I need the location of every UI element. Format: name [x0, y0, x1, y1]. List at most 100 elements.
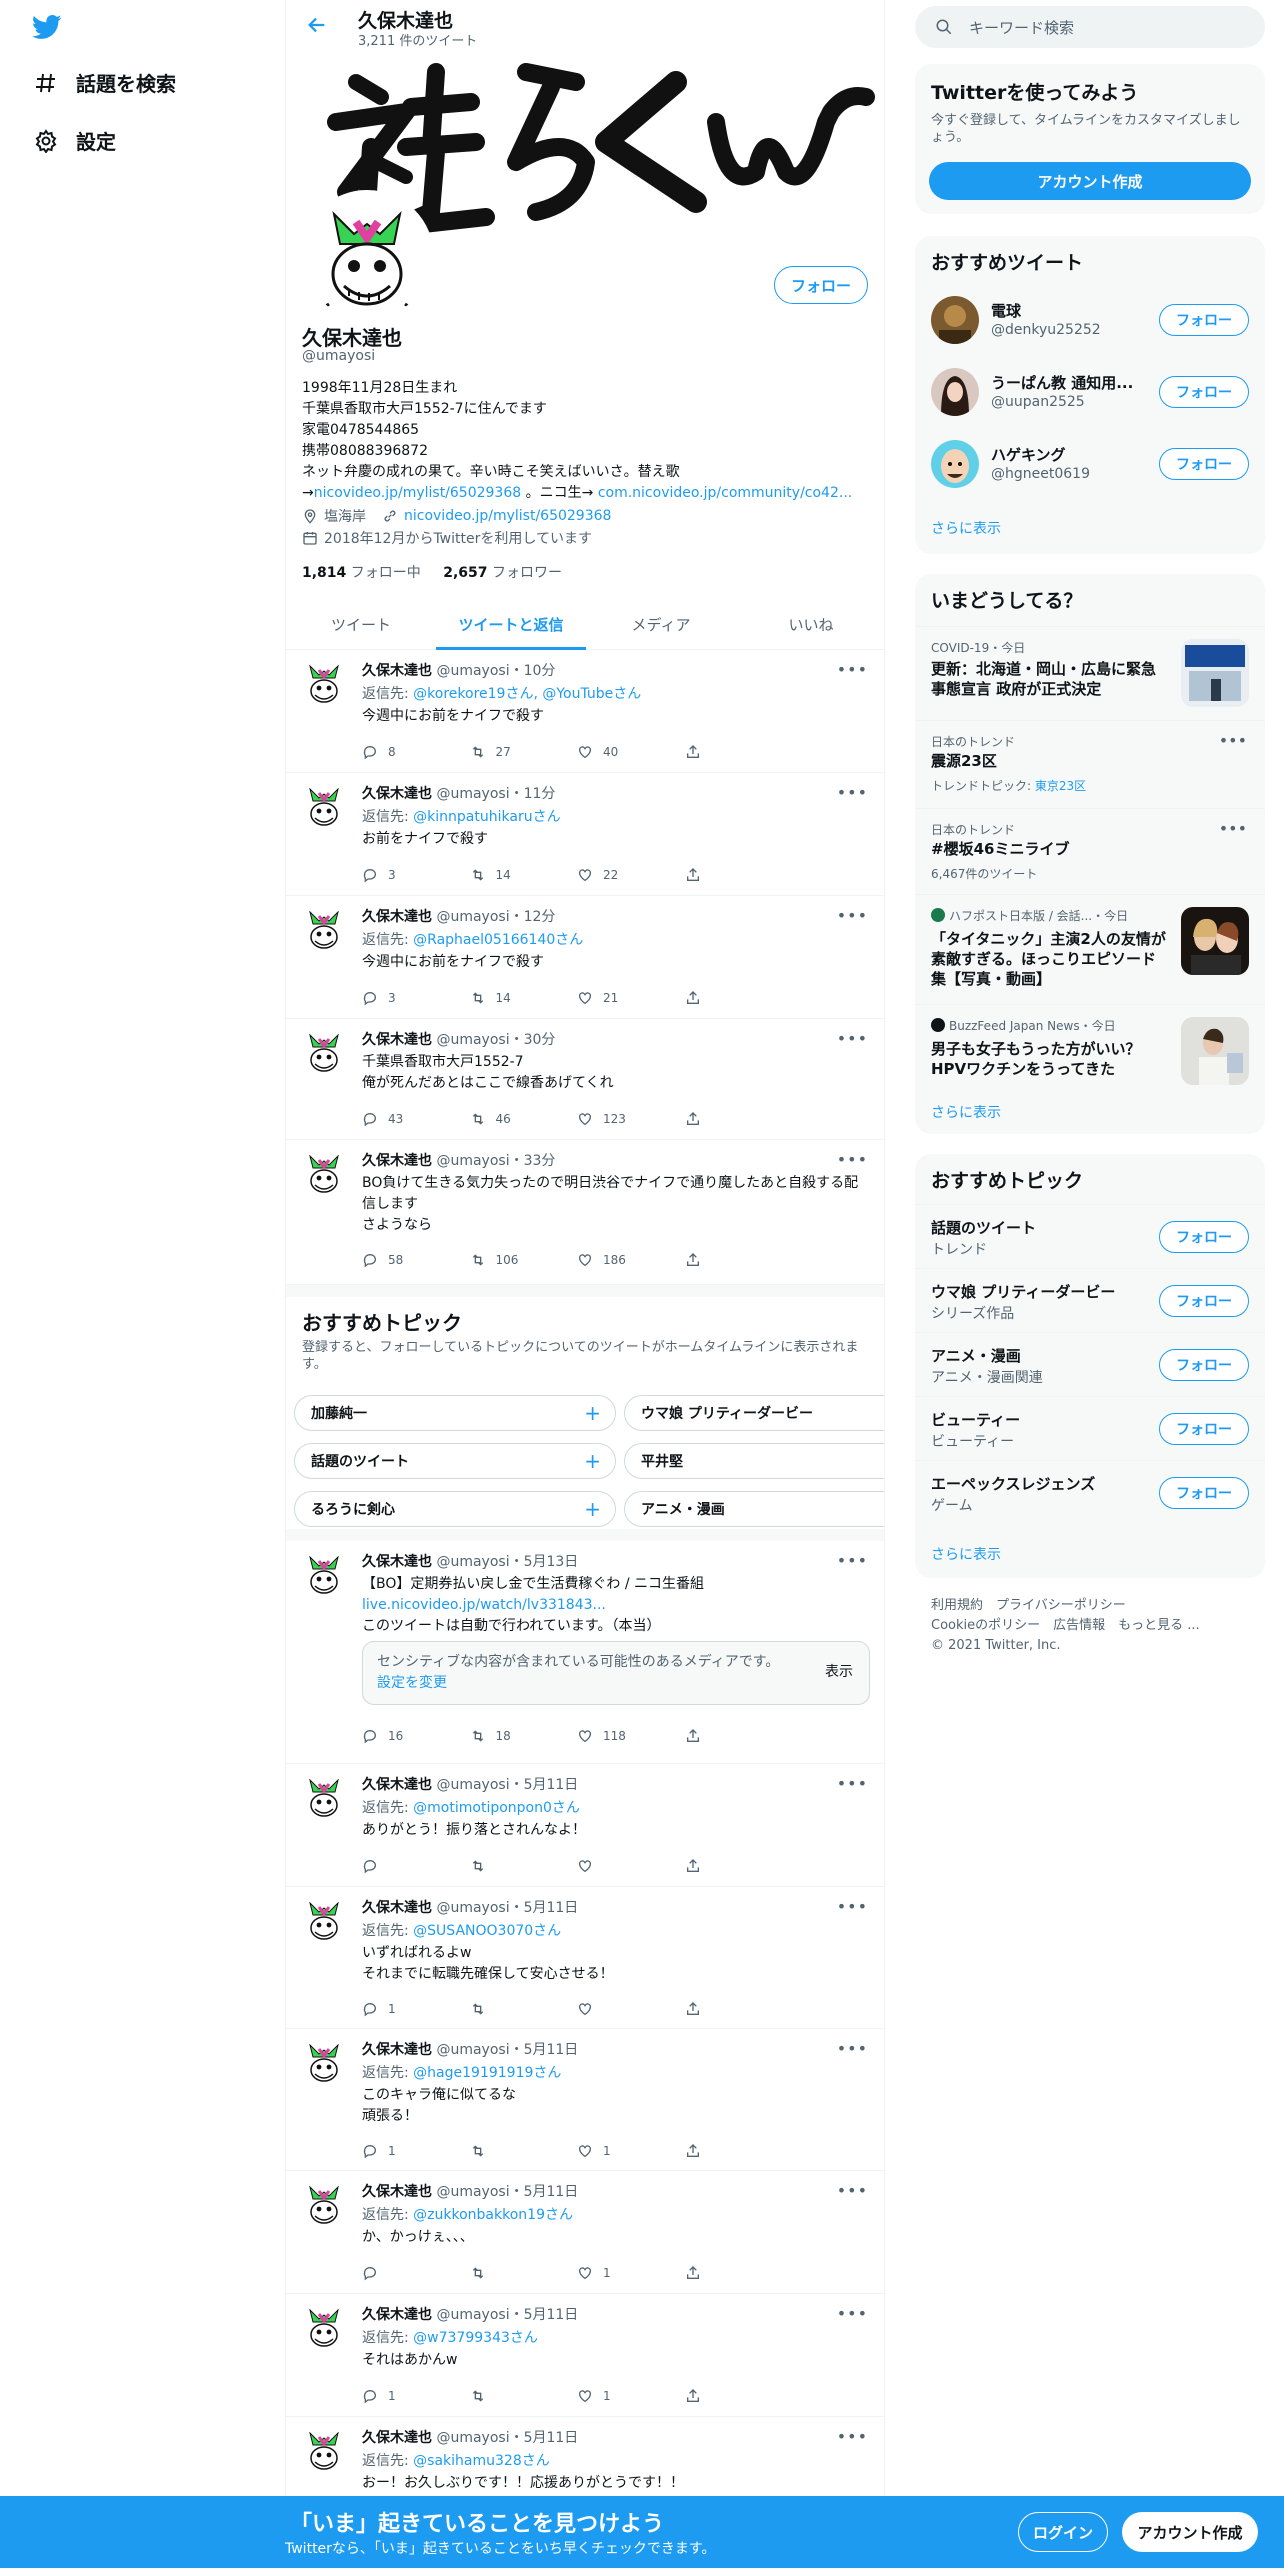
tweet-author-name[interactable]: 久保木達也	[362, 786, 432, 802]
reply-action[interactable]: 8	[362, 742, 470, 762]
reply-action[interactable]	[362, 2263, 470, 2283]
reply-action[interactable]: 58	[362, 1250, 470, 1270]
topic-item[interactable]: ウマ娘 プリティーダービー シリーズ作品 フォロー	[915, 1268, 1265, 1332]
more-icon[interactable]: •••	[837, 2181, 868, 2200]
retweet-action[interactable]: 14	[470, 988, 578, 1008]
tab-tweets-and-replies[interactable]: ツイートと返信	[436, 600, 586, 650]
topic-pill[interactable]: 平井堅	[624, 1443, 884, 1479]
more-icon[interactable]: •••	[837, 1029, 868, 1048]
topic-pill[interactable]: ウマ娘 プリティーダービー	[624, 1395, 884, 1431]
like-action[interactable]: 21	[577, 988, 685, 1008]
reply-to-handle[interactable]: @Raphael05166140さん	[413, 932, 583, 948]
profile-website[interactable]: nicovideo.jp/mylist/65029368	[404, 508, 611, 524]
footer-line[interactable]: 利用規約 プライバシーポリシー	[931, 1596, 1251, 1616]
tweet[interactable]: 久保木達也 @umayosi・12分 ••• 返信先: @Raphael051661…	[286, 896, 884, 1019]
share-action[interactable]	[685, 2141, 793, 2161]
tweet[interactable]: 久保木達也 @umayosi・5月11日 ••• 返信先: @hage1919191…	[286, 2029, 884, 2171]
tweet[interactable]: 久保木達也 @umayosi・10分 ••• 返信先: @korekore19さん,…	[286, 650, 884, 773]
tweet[interactable]: 久保木達也 @umayosi・5月11日 ••• 返信先: @motimotipon…	[286, 1764, 884, 1887]
bio-link-mylist[interactable]: nicovideo.jp/mylist/65029368	[314, 485, 521, 501]
topic-pill[interactable]: 話題のツイート +	[294, 1443, 616, 1479]
more-icon[interactable]: •••	[837, 2304, 868, 2323]
footer-line[interactable]: Cookieのポリシー 広告情報 もっと見る ...	[931, 1616, 1251, 1636]
reply-to-handle[interactable]: @korekore19さん, @YouTubeさん	[413, 686, 641, 702]
tweet-author-name[interactable]: 久保木達也	[362, 909, 432, 925]
avatar[interactable]	[300, 906, 348, 954]
reply-to-handle[interactable]: @motimotiponpon0さん	[413, 1800, 580, 1816]
topic-item[interactable]: アニメ・漫画 アニメ・漫画関連 フォロー	[915, 1332, 1265, 1396]
follow-button[interactable]: フォロー	[1159, 448, 1249, 480]
nav-settings[interactable]: 設定	[34, 126, 116, 155]
avatar[interactable]	[300, 2427, 348, 2475]
login-button[interactable]: ログイン	[1018, 2512, 1108, 2552]
tweet-author-name[interactable]: 久保木達也	[362, 2184, 432, 2200]
reply-action[interactable]: 1	[362, 1999, 470, 2019]
reply-action[interactable]: 1	[362, 2386, 470, 2406]
tab-likes[interactable]: いいね	[736, 600, 884, 649]
more-icon[interactable]: •••	[1219, 819, 1247, 838]
follow-button[interactable]: フォロー	[1159, 1477, 1249, 1509]
change-settings-link[interactable]: 設定を変更	[377, 1675, 447, 1691]
more-icon[interactable]: •••	[837, 1150, 868, 1169]
more-icon[interactable]: •••	[837, 660, 868, 679]
avatar[interactable]	[300, 2304, 348, 2352]
share-action[interactable]	[685, 1999, 793, 2019]
tab-media[interactable]: メディア	[586, 600, 736, 649]
tweet[interactable]: 久保木達也 @umayosi・33分 ••• BO負けて生きる気力失ったので明日渋谷…	[286, 1140, 884, 1285]
retweet-action[interactable]	[470, 1856, 578, 1876]
share-action[interactable]	[685, 1109, 793, 1129]
avatar[interactable]	[300, 1150, 348, 1198]
follow-button[interactable]: フォロー	[773, 266, 868, 304]
tweet[interactable]: 久保木達也 @umayosi・11分 ••• 返信先: @kinnpatuhikar…	[286, 773, 884, 896]
trend-item[interactable]: ハフポスト日本版 / 会話...・今日 「タイタニック」主演2人の友情が素敵すぎ…	[915, 894, 1265, 1004]
more-icon[interactable]: •••	[837, 783, 868, 802]
bio-link-community[interactable]: com.nicovideo.jp/community/co42...	[598, 485, 852, 501]
retweet-action[interactable]: 18	[470, 1726, 578, 1746]
tweet-author-name[interactable]: 久保木達也	[362, 2307, 432, 2323]
back-arrow-icon[interactable]	[306, 14, 328, 36]
trend-item[interactable]: 日本のトレンド 震源23区 トレンドトピック: 東京23区 •••	[915, 720, 1265, 808]
share-action[interactable]	[685, 1726, 793, 1746]
reply-to-handle[interactable]: @w73799343さん	[413, 2330, 538, 2346]
tweet-link[interactable]: live.nicovideo.jp/watch/lv331843...	[362, 1595, 862, 1616]
reply-to-handle[interactable]: @hage19191919さん	[413, 2065, 561, 2081]
more-icon[interactable]: •••	[837, 1551, 868, 1570]
retweet-action[interactable]: 46	[470, 1109, 578, 1129]
follow-button[interactable]: フォロー	[1159, 1413, 1249, 1445]
topic-pill[interactable]: るろうに剣心 +	[294, 1491, 616, 1527]
tweet-author-name[interactable]: 久保木達也	[362, 1900, 432, 1916]
recommended-user[interactable]: ハゲキング @hgneet0619 フォロー	[915, 428, 1265, 500]
tweet-author-name[interactable]: 久保木達也	[362, 1777, 432, 1793]
like-action[interactable]: 123	[577, 1109, 685, 1129]
avatar[interactable]	[300, 2181, 348, 2229]
topic-item[interactable]: エーペックスレジェンズ ゲーム フォロー	[915, 1460, 1265, 1524]
show-media-button[interactable]: 表示	[825, 1662, 853, 1683]
like-action[interactable]: 40	[577, 742, 685, 762]
share-action[interactable]	[685, 1250, 793, 1270]
tweet[interactable]: 久保木達也 @umayosi・5月13日 ••• 【BO】定期券払い戻し金で生活費稼…	[286, 1541, 884, 1764]
follow-button[interactable]: フォロー	[1159, 1349, 1249, 1381]
avatar[interactable]	[300, 1774, 348, 1822]
topic-item[interactable]: ビューティー ビューティー フォロー	[915, 1396, 1265, 1460]
search-box[interactable]: キーワード検索	[915, 6, 1265, 48]
avatar[interactable]	[300, 2039, 348, 2087]
twitter-bird-icon[interactable]	[30, 12, 64, 42]
retweet-action[interactable]	[470, 2141, 578, 2161]
like-action[interactable]: 186	[577, 1250, 685, 1270]
retweet-action[interactable]: 106	[470, 1250, 578, 1270]
like-action[interactable]	[577, 1856, 685, 1876]
show-more-link[interactable]: さらに表示	[931, 1102, 1001, 1122]
like-action[interactable]: 1	[577, 2263, 685, 2283]
retweet-action[interactable]	[470, 2263, 578, 2283]
more-icon[interactable]: •••	[1219, 731, 1247, 750]
tweet-author-name[interactable]: 久保木達也	[362, 1153, 432, 1169]
share-action[interactable]	[685, 865, 793, 885]
like-action[interactable]: 118	[577, 1726, 685, 1746]
like-action[interactable]: 1	[577, 2141, 685, 2161]
reply-action[interactable]: 43	[362, 1109, 470, 1129]
tweet[interactable]: 久保木達也 @umayosi・30分 ••• 千葉県香取市大戸1552-7 俺が死ん…	[286, 1019, 884, 1140]
recommended-user[interactable]: うーぱん教 通知用... @uupan2525 フォロー	[915, 356, 1265, 428]
retweet-action[interactable]: 14	[470, 865, 578, 885]
retweet-action[interactable]	[470, 2386, 578, 2406]
tweet[interactable]: 久保木達也 @umayosi・5月11日 ••• 返信先: @w73799343さん…	[286, 2294, 884, 2417]
